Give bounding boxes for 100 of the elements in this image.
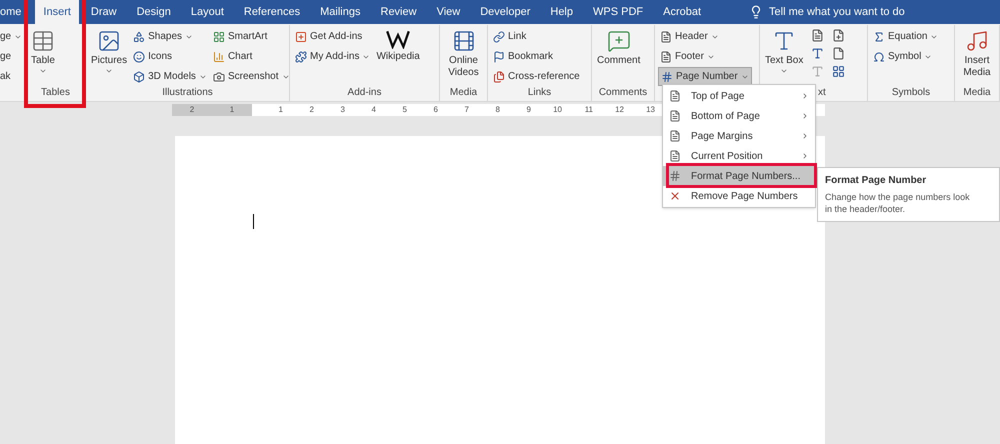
ribbon-button[interactable]: Equation [871, 27, 940, 46]
ribbon-tab[interactable]: Acrobat [655, 0, 710, 24]
ribbon-button[interactable]: ge [0, 47, 22, 66]
video-icon [452, 29, 476, 53]
ribbon-tab[interactable]: Mailings [312, 0, 368, 24]
ribbon-button[interactable]: Footer [658, 47, 752, 66]
ribbon-button[interactable]: Symbol [871, 47, 940, 66]
ruler-number: 2 [308, 104, 314, 116]
ribbon-tab[interactable]: View [428, 0, 468, 24]
smartart-icon [212, 30, 225, 42]
menu-item[interactable]: Bottom of Page [663, 106, 815, 126]
tooltip-title: Format Page Number [825, 174, 928, 188]
ribbon-tab[interactable]: Layout [182, 0, 232, 24]
ribbon-button[interactable]: Cross-reference [491, 67, 582, 86]
ruler-number: 5 [402, 104, 407, 116]
ribbon-tab[interactable]: References [236, 0, 308, 24]
menu-item[interactable]: Remove Page Numbers [663, 186, 815, 206]
page-icon [660, 30, 672, 42]
ribbon-tab[interactable]: Help [542, 0, 581, 24]
group-label: Links [526, 87, 552, 99]
caret-icon [780, 67, 788, 75]
ribbon-tab[interactable]: WPS PDF [585, 0, 652, 24]
group-label: Media [962, 87, 992, 99]
flag-icon [493, 50, 505, 62]
remove-icon [669, 190, 681, 202]
ribbon-tab[interactable]: Design [128, 0, 179, 24]
ribbon-button[interactable]: My Add-ins [293, 47, 372, 66]
ruler-number: 1 [278, 104, 283, 116]
ribbon-tab[interactable]: Review [372, 0, 425, 24]
icons-icon [133, 50, 146, 62]
menu-item[interactable]: Format Page Numbers... [663, 166, 815, 186]
ribbon-button[interactable]: Online Videos [443, 25, 484, 87]
ruler-number: 12 [614, 104, 624, 116]
ruler-number: 1 [230, 104, 234, 116]
ribbon-button[interactable]: Bookmark [491, 47, 582, 66]
ribbon-tab[interactable]: ome [0, 0, 24, 24]
ribbon-button[interactable]: Pictures [89, 25, 130, 87]
group-label: Tables [40, 87, 71, 99]
text-cursor [253, 214, 254, 229]
comment-icon [606, 29, 631, 53]
ribbon-button[interactable]: ak [0, 67, 22, 86]
ribbon-tab[interactable]: Draw [82, 0, 125, 24]
ribbon-button[interactable]: Text Box [763, 25, 806, 87]
group-label: Comments [598, 87, 648, 99]
letter-icon[interactable] [811, 47, 824, 60]
search-field[interactable]: Tell me what you want to do [769, 4, 940, 20]
page-icon [669, 130, 681, 142]
ribbon-button[interactable]: Get Add-ins [293, 27, 372, 46]
page-icon [669, 110, 681, 122]
sigma-icon [873, 30, 885, 42]
page-icon[interactable] [811, 29, 824, 42]
ribbon-button[interactable]: Insert Media [958, 25, 996, 87]
ribbon-tab[interactable]: Insert [35, 0, 79, 24]
page-icon[interactable] [832, 47, 846, 60]
ribbon-button[interactable]: Header [658, 27, 752, 46]
page-icon [669, 90, 681, 102]
omega-icon [873, 50, 885, 62]
link-icon [493, 30, 505, 42]
menu-item[interactable]: Page Margins [663, 126, 815, 146]
ruler-number: 10 [552, 104, 562, 116]
ribbon-button[interactable]: SmartArt [210, 27, 289, 46]
ruler-number: 11 [584, 104, 593, 116]
group-label: Illustrations [161, 87, 214, 99]
ribbon-button[interactable]: Comment [595, 25, 642, 87]
ribbon-button[interactable]: Page Number [658, 67, 752, 86]
ribbon-button[interactable]: Chart [210, 47, 289, 66]
ruler-number: 3 [340, 104, 345, 116]
ribbon-button[interactable]: Shapes [131, 27, 209, 46]
ribbon-button[interactable]: Screenshot [210, 67, 289, 86]
group-label: Symbols [890, 87, 932, 99]
puzzle-icon [295, 50, 307, 62]
table-icon [31, 29, 55, 53]
ruler-number: 6 [432, 104, 438, 116]
caret-icon [39, 67, 47, 75]
ribbon-button[interactable]: Link [491, 27, 582, 46]
ribbon-button[interactable]: Wikipedia [374, 25, 422, 87]
camera-icon [212, 70, 225, 82]
ribbon-tab[interactable]: Developer [472, 0, 538, 24]
ribbon-button[interactable]: Table [29, 25, 57, 87]
page-icon [660, 50, 672, 62]
caret-icon [105, 67, 114, 75]
page-icon [669, 150, 681, 162]
page-number-icon [661, 70, 673, 82]
ruler-number: 13 [645, 104, 655, 116]
grid-icon[interactable] [832, 65, 846, 78]
pages-icon [493, 70, 505, 82]
tooltip-text: Change how the page numbers look in the header/footer. [825, 191, 971, 215]
ribbon-button[interactable]: Icons [131, 47, 209, 66]
picture-icon [97, 29, 122, 53]
ruler-number: 8 [494, 104, 500, 116]
hash-icon [669, 170, 681, 182]
ribbon-button[interactable]: 3D Models [131, 67, 209, 86]
wikipedia-logo [386, 29, 410, 49]
ruler-number: 7 [464, 104, 469, 116]
ruler-number: 4 [370, 104, 376, 116]
menu-item[interactable]: Top of Page [663, 86, 815, 106]
page-plus-icon[interactable] [832, 29, 846, 42]
menu-item[interactable]: Current Position [663, 146, 815, 166]
media-icon [965, 29, 989, 53]
ribbon-button[interactable]: ge [0, 27, 22, 46]
